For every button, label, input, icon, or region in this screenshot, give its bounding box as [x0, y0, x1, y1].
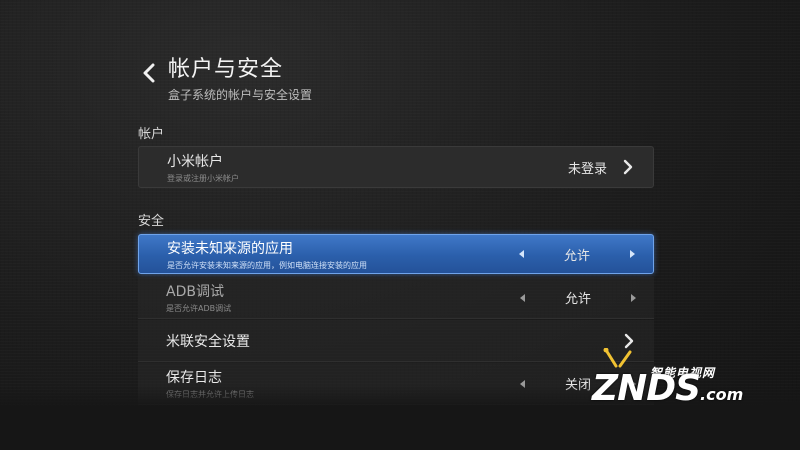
section-label-account: 帐户: [138, 127, 165, 142]
row-title: 小米帐户: [167, 153, 223, 170]
value-stepper[interactable]: 允许: [519, 245, 635, 264]
section-label-security: 安全: [138, 214, 165, 229]
setting-row-save-log[interactable]: 保存日志 保存日志并允许上传日志 关闭: [138, 363, 654, 405]
back-button[interactable]: [138, 58, 160, 88]
row-title: 安装未知来源的应用: [167, 240, 293, 257]
chevron-right-icon[interactable]: [621, 158, 635, 176]
setting-row-adb-debug[interactable]: ADB调试 是否允许ADB调试 允许: [138, 277, 654, 319]
title-group: 帐户与安全 盒子系统的帐户与安全设置: [168, 56, 312, 103]
page-header: 帐户与安全 盒子系统的帐户与安全设置: [138, 56, 312, 103]
setting-row-unknown-sources[interactable]: 安装未知来源的应用 是否允许安装未知来源的应用，例如电脑连接安装的应用 允许: [138, 234, 654, 274]
row-description: 登录或注册小米帐户: [167, 173, 239, 183]
row-texts: 米联安全设置: [166, 331, 608, 351]
setting-row-milink-security[interactable]: 米联安全设置: [138, 320, 654, 362]
page-title: 帐户与安全: [168, 57, 284, 82]
site-watermark: 智能电视网 ZNDS.com: [592, 340, 792, 420]
watermark-logo-text: ZNDS: [592, 368, 701, 409]
watermark-suffix: .com: [700, 385, 744, 404]
row-description: 是否允许ADB调试: [166, 304, 232, 313]
arrow-right-icon[interactable]: [630, 250, 635, 258]
row-texts: 小米帐户 登录或注册小米帐户: [167, 151, 568, 184]
row-texts: 安装未知来源的应用 是否允许安装未知来源的应用，例如电脑连接安装的应用: [167, 238, 519, 271]
row-value: 未登录: [567, 161, 607, 177]
arrow-right-icon[interactable]: [631, 293, 636, 302]
value-stepper[interactable]: 允许: [520, 288, 636, 307]
row-value: 允许: [563, 248, 590, 264]
arrow-left-icon[interactable]: [520, 293, 525, 302]
row-texts: 保存日志 保存日志并允许上传日志: [166, 367, 520, 400]
row-value: 允许: [564, 292, 591, 307]
row-texts: ADB调试 是否允许ADB调试: [166, 281, 520, 314]
watermark-logo: ZNDS.com: [592, 368, 743, 409]
row-description: 保存日志并允许上传日志: [166, 390, 254, 399]
chevron-left-icon: [143, 63, 155, 83]
row-title: ADB调试: [166, 284, 224, 300]
setting-row-mi-account[interactable]: 小米帐户 登录或注册小米帐户 未登录: [138, 146, 654, 188]
page-subtitle: 盒子系统的帐户与安全设置: [168, 88, 313, 102]
arrow-left-icon[interactable]: [519, 250, 524, 258]
row-description: 是否允许安装未知来源的应用，例如电脑连接安装的应用: [167, 260, 367, 270]
row-value-area: 未登录: [568, 158, 635, 177]
arrow-left-icon[interactable]: [520, 379, 525, 388]
row-title: 米联安全设置: [166, 333, 250, 350]
row-title: 保存日志: [166, 370, 222, 386]
